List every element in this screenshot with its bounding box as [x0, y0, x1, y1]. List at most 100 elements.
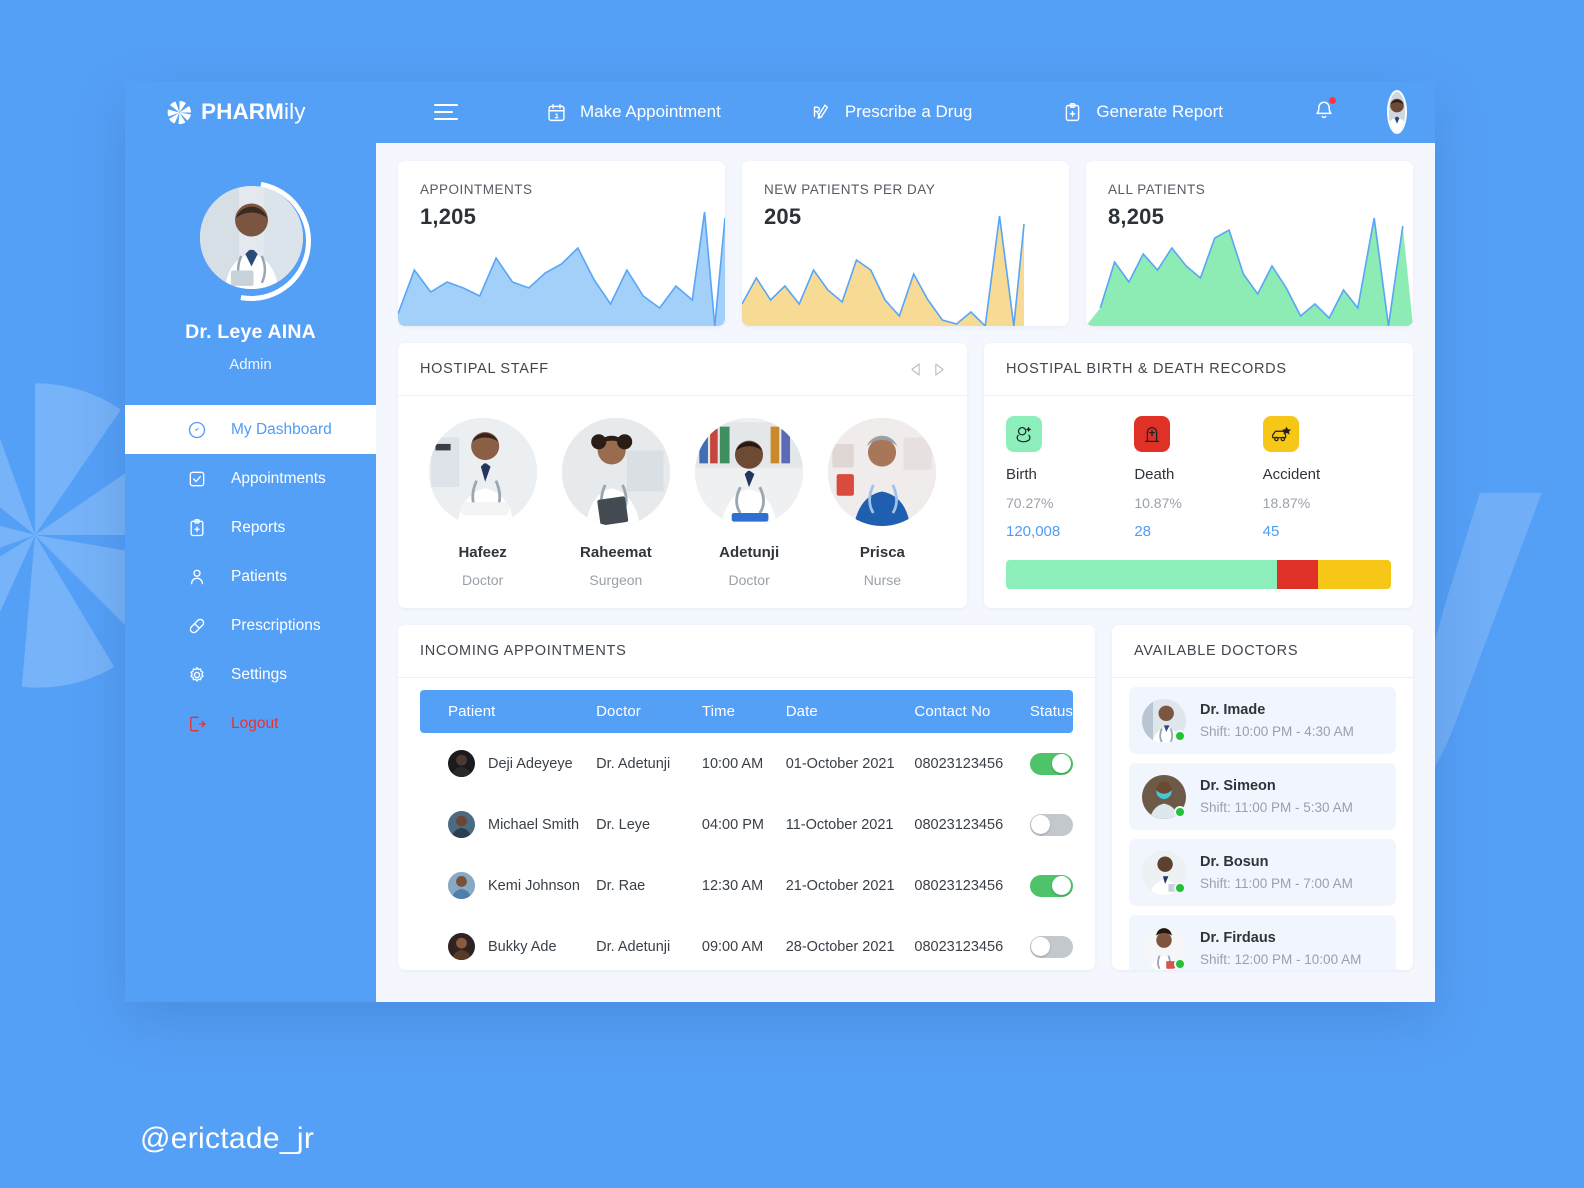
- stat-card-new-patients: NEW PATIENTS PER DAY 205: [742, 161, 1069, 326]
- app-window: PHARMily Dr. Leye AINA Admin My Dashboar…: [125, 81, 1435, 1002]
- sidebar-item-prescriptions[interactable]: Prescriptions: [125, 601, 376, 650]
- stat-cards: APPOINTMENTS 1,205 NEW PATIENTS PER DAY …: [398, 161, 1413, 326]
- staff-photo: [428, 418, 537, 526]
- generate-report-button[interactable]: Generate Report: [1062, 102, 1223, 123]
- table-row[interactable]: Kemi Johnson Dr. Rae 12:30 AM 21-October…: [420, 855, 1073, 916]
- staff-role: Surgeon: [589, 572, 643, 588]
- checkbox-icon: [189, 471, 205, 486]
- brand-name-upper: PHARM: [201, 99, 284, 124]
- doctor-shift: Shift: 11:00 PM - 5:30 AM: [1200, 800, 1353, 815]
- bottom-row: INCOMING APPOINTMENTS Patient Doctor Tim…: [398, 625, 1413, 970]
- hospital-staff-panel: HOSTIPAL STAFF Hafeez Doctor Raheemat Su…: [398, 343, 967, 608]
- doctor-name: Dr. Simeon: [1200, 778, 1276, 794]
- status-toggle[interactable]: [1029, 935, 1073, 958]
- chevron-left-icon[interactable]: [910, 362, 921, 376]
- user-icon: [190, 569, 204, 584]
- list-item[interactable]: Dr. Imade Shift: 10:00 PM - 4:30 AM: [1129, 687, 1396, 754]
- column-patient[interactable]: Patient: [420, 690, 597, 733]
- staff-role: Doctor: [728, 572, 770, 588]
- sidebar-item-logout[interactable]: Logout: [125, 699, 376, 748]
- clipboard-plus-icon: [190, 518, 204, 536]
- topnav-label: Make Appointment: [580, 102, 721, 121]
- sidebar-item-my-dashboard[interactable]: My Dashboard: [125, 405, 376, 454]
- logout-icon: [190, 716, 206, 731]
- cell-time: 12:30 AM: [701, 877, 764, 894]
- hamburger-icon[interactable]: [434, 104, 458, 120]
- staff-card[interactable]: Adetunji Doctor: [683, 418, 816, 588]
- sidebar-item-label: Logout: [231, 714, 279, 732]
- cell-patient: Michael Smith: [420, 794, 596, 855]
- staff-photo: [695, 418, 804, 526]
- records-body: Birth 70.27% 120,008 Death 10.87% 28 Acc…: [984, 396, 1413, 589]
- staff-name: Raheemat: [580, 544, 652, 561]
- notification-badge: [1329, 96, 1337, 104]
- sidebar-item-reports[interactable]: Reports: [125, 503, 376, 552]
- avatar: [448, 750, 475, 777]
- column-doctor[interactable]: Doctor: [596, 690, 702, 733]
- tombstone-icon: [1134, 416, 1171, 452]
- stat-title: ALL PATIENTS: [1108, 182, 1206, 197]
- chevron-right-icon[interactable]: [934, 362, 945, 376]
- record-percent: 10.87%: [1134, 495, 1182, 511]
- cell-patient: Kemi Johnson: [420, 855, 596, 916]
- panel-title: HOSTIPAL STAFF: [420, 361, 549, 377]
- brand[interactable]: PHARMily: [125, 81, 376, 143]
- staff-card[interactable]: Raheemat Surgeon: [549, 418, 682, 588]
- online-status-dot: [1174, 957, 1186, 970]
- staff-panel-header: HOSTIPAL STAFF: [398, 343, 967, 396]
- staff-photo: [561, 418, 670, 526]
- column-time[interactable]: Time: [701, 690, 786, 733]
- sidebar-bottom-nav: Settings Logout: [125, 650, 376, 788]
- incoming-appointments-panel: INCOMING APPOINTMENTS Patient Doctor Tim…: [398, 625, 1095, 970]
- cell-doctor: Dr. Leye: [596, 816, 651, 833]
- status-toggle[interactable]: [1029, 813, 1073, 836]
- prescription-pen-icon: [813, 103, 828, 119]
- staff-card[interactable]: Prisca Nurse: [816, 418, 949, 588]
- make-appointment-button[interactable]: Make Appointment: [546, 102, 721, 123]
- avatar[interactable]: [199, 186, 303, 289]
- appointments-table: Patient Doctor Time Date Contact No Stat…: [420, 690, 1073, 970]
- avatar: [448, 933, 475, 960]
- column-status[interactable]: Status: [1029, 690, 1073, 733]
- table-header-row: Patient Doctor Time Date Contact No Stat…: [420, 690, 1073, 733]
- record-count: 28: [1134, 523, 1152, 540]
- cell-date: 01-October 2021: [785, 755, 895, 772]
- staff-card[interactable]: Hafeez Doctor: [416, 418, 549, 588]
- record-accident: Accident 18.87% 45: [1262, 416, 1391, 540]
- topnav-label: Generate Report: [1096, 102, 1224, 121]
- column-date[interactable]: Date: [785, 690, 915, 733]
- sidebar-item-appointments[interactable]: Appointments: [125, 454, 376, 503]
- list-item[interactable]: Dr. Bosun Shift: 11:00 PM - 7:00 AM: [1129, 839, 1396, 906]
- sidebar-item-patients[interactable]: Patients: [125, 552, 376, 601]
- table-row[interactable]: Bukky Ade Dr. Adetunji 09:00 AM 28-Octob…: [420, 916, 1073, 970]
- stat-title: APPOINTMENTS: [420, 182, 533, 197]
- list-item[interactable]: Dr. Simeon Shift: 11:00 PM - 5:30 AM: [1129, 763, 1396, 830]
- cell-contact: 08023123456: [914, 938, 1004, 955]
- doctors-panel-header: AVAILABLE DOCTORS: [1112, 625, 1413, 678]
- cell-patient: Deji Adeyeye: [420, 733, 596, 794]
- staff-name: Hafeez: [458, 544, 507, 561]
- cell-date: 28-October 2021: [785, 938, 895, 955]
- table-row[interactable]: Deji Adeyeye Dr. Adetunji 10:00 AM 01-Oc…: [420, 733, 1073, 794]
- panel-title: HOSTIPAL BIRTH & DEATH RECORDS: [1006, 361, 1287, 377]
- status-toggle[interactable]: [1029, 874, 1073, 897]
- patient-name: Kemi Johnson: [488, 877, 580, 894]
- appointments-panel-header: INCOMING APPOINTMENTS: [398, 625, 1095, 678]
- dashboard-content: APPOINTMENTS 1,205 NEW PATIENTS PER DAY …: [376, 143, 1435, 1002]
- status-toggle[interactable]: [1029, 752, 1073, 775]
- column-contact[interactable]: Contact No: [914, 690, 1030, 733]
- topnav-label: Prescribe a Drug: [844, 102, 973, 121]
- avatar: [1142, 774, 1186, 819]
- staff-role: Doctor: [462, 572, 504, 588]
- sidebar-item-settings[interactable]: Settings: [125, 650, 376, 699]
- table-row[interactable]: Michael Smith Dr. Leye 04:00 PM 11-Octob…: [420, 794, 1073, 855]
- topbar-avatar[interactable]: [1387, 90, 1407, 134]
- bell-icon[interactable]: [1313, 96, 1337, 127]
- record-birth: Birth 70.27% 120,008: [1006, 416, 1134, 540]
- prescribe-drug-button[interactable]: Prescribe a Drug: [811, 102, 973, 123]
- cell-time: 09:00 AM: [701, 938, 764, 955]
- list-item[interactable]: Dr. Firdaus Shift: 12:00 PM - 10:00 AM: [1129, 915, 1396, 970]
- avatar: [1142, 698, 1186, 743]
- bar-segment-accident: [1318, 560, 1391, 589]
- gear-icon: [190, 666, 204, 682]
